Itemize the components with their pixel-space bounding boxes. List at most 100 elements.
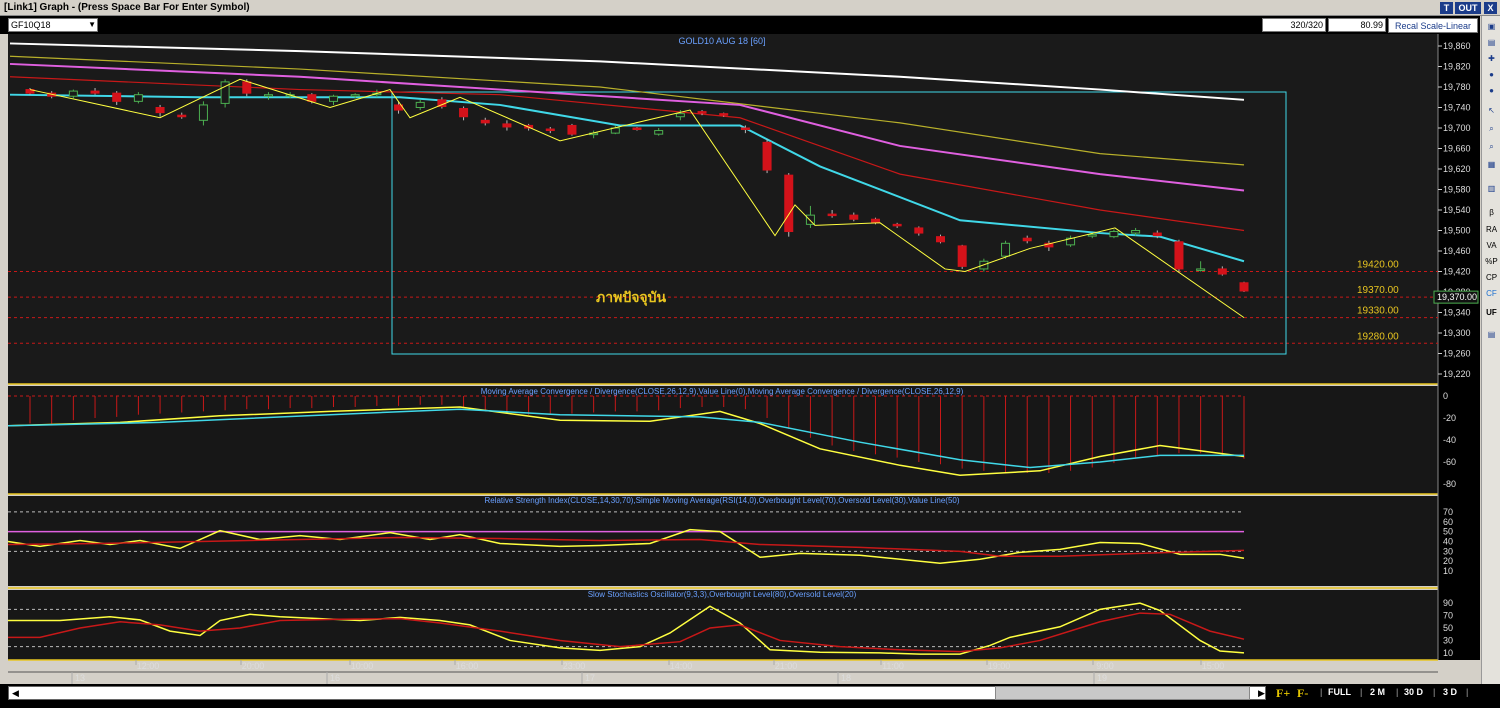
candle-body bbox=[90, 90, 100, 94]
price-tick-label: 19,340 bbox=[1443, 308, 1471, 318]
magnify-icon[interactable]: ⌕ bbox=[1484, 122, 1499, 135]
candle-body bbox=[350, 94, 360, 97]
beta-tool[interactable]: β bbox=[1484, 206, 1499, 219]
separator: | bbox=[1396, 687, 1399, 697]
cf-tool[interactable]: CF bbox=[1484, 287, 1499, 300]
chart-annotation: ภาพปัจจุบัน bbox=[596, 290, 666, 306]
candle-body bbox=[1174, 241, 1184, 270]
rsi-tick-label: 60 bbox=[1443, 517, 1453, 527]
chevron-down-icon[interactable]: ▼ bbox=[88, 19, 96, 31]
candle-body bbox=[480, 119, 490, 124]
window-titlebar: [Link1] Graph - (Press Space Bar For Ent… bbox=[0, 0, 1500, 16]
candle-body bbox=[242, 81, 252, 94]
scrollbar-thumb[interactable] bbox=[995, 686, 1250, 700]
time-tick-label: 23:00 bbox=[563, 661, 586, 671]
stoch-tick-label: 30 bbox=[1443, 635, 1453, 645]
zoom-out-icon[interactable]: ● bbox=[1484, 84, 1499, 97]
candle-body bbox=[1239, 282, 1249, 292]
candle-body bbox=[1152, 232, 1162, 237]
out-button[interactable]: OUT bbox=[1455, 2, 1481, 14]
price-tick-label: 19,660 bbox=[1443, 144, 1471, 154]
candle-body bbox=[632, 127, 642, 130]
candle-body bbox=[198, 104, 208, 121]
rsi-tick-label: 10 bbox=[1443, 566, 1453, 576]
price-tick-label: 19,580 bbox=[1443, 185, 1471, 195]
percent-p-tool[interactable]: %P bbox=[1484, 255, 1499, 268]
rsi-tick-label: 20 bbox=[1443, 556, 1453, 566]
candle-body bbox=[545, 128, 555, 132]
date-tick-label: 19 bbox=[1097, 673, 1107, 683]
time-tick-label: 11:00 bbox=[882, 661, 904, 671]
page-icon[interactable]: ▤ bbox=[1484, 36, 1499, 49]
rsi-tick-label: 40 bbox=[1443, 537, 1453, 547]
separator: | bbox=[1360, 687, 1363, 697]
ra-tool[interactable]: RA bbox=[1484, 223, 1499, 236]
toggle-t-button[interactable]: T bbox=[1440, 2, 1453, 14]
candle-body bbox=[1196, 268, 1206, 271]
date-tick-label: 13 bbox=[75, 673, 85, 683]
time-tick-label: 16:00 bbox=[456, 661, 479, 671]
list-icon[interactable]: ▥ bbox=[1484, 182, 1499, 195]
zoom-2m-button[interactable]: 2 M bbox=[1370, 687, 1385, 697]
time-tick-label: 19:00 bbox=[988, 661, 1011, 671]
uf-tool[interactable]: UF bbox=[1484, 306, 1499, 319]
candle-body bbox=[68, 90, 78, 97]
price-tick-label: 19,780 bbox=[1443, 82, 1471, 92]
date-tick-label: 16 bbox=[330, 673, 340, 683]
zoom-out-f-button[interactable]: F- bbox=[1297, 686, 1308, 701]
time-tick-label: 12:00 bbox=[137, 661, 160, 671]
candle-body bbox=[740, 127, 750, 130]
zoom-3d-button[interactable]: 3 D bbox=[1443, 687, 1457, 697]
cp-tool[interactable]: CP bbox=[1484, 271, 1499, 284]
price-tick-label: 19,540 bbox=[1443, 205, 1471, 215]
date-tick-label: 18 bbox=[841, 673, 851, 683]
macd-tick-label: -20 bbox=[1443, 413, 1456, 423]
candle-body bbox=[957, 245, 967, 267]
macd-tick-label: -80 bbox=[1443, 479, 1456, 489]
search-icon[interactable]: ⌕ bbox=[1484, 140, 1499, 153]
candle-body bbox=[567, 124, 577, 135]
recal-scale-button[interactable]: Recal Scale-Linear bbox=[1388, 18, 1478, 33]
price-tick-label: 19,260 bbox=[1443, 349, 1471, 359]
candle-body bbox=[827, 213, 837, 217]
chart-area[interactable]: 19,860 19,820 19,780 19,740 19,700 19,660 19,6… bbox=[0, 34, 1480, 684]
add-icon[interactable]: ✚ bbox=[1484, 52, 1499, 65]
macd-tick-label: -40 bbox=[1443, 435, 1456, 445]
stoch-title: Slow Stochastics Oscillator(9,3,3),Overb… bbox=[588, 590, 857, 599]
zoom-full-button[interactable]: FULL bbox=[1328, 687, 1351, 697]
candle-body bbox=[502, 123, 512, 128]
candle-body bbox=[719, 113, 729, 116]
candle-body bbox=[1131, 230, 1141, 234]
last-price-label: 19,370.00 bbox=[1437, 292, 1477, 302]
zoom-in-f-button[interactable]: F+ bbox=[1276, 686, 1290, 701]
separator: | bbox=[1466, 687, 1469, 697]
price-tick-label: 19,500 bbox=[1443, 226, 1471, 236]
candle-body bbox=[1001, 242, 1011, 257]
scroll-right-icon[interactable]: ▶ bbox=[1258, 688, 1268, 698]
close-button[interactable]: X bbox=[1484, 2, 1497, 14]
scroll-left-icon[interactable]: ◀ bbox=[12, 688, 22, 698]
date-tick-label: 17 bbox=[585, 673, 595, 683]
price-tick-label: 19,300 bbox=[1443, 328, 1471, 338]
readout-value: 80.99 bbox=[1328, 18, 1386, 32]
candle-body bbox=[1217, 268, 1227, 275]
candle-body bbox=[654, 130, 664, 135]
candle-body bbox=[1087, 234, 1097, 237]
candle-body bbox=[784, 174, 794, 233]
window-icon[interactable]: ▣ bbox=[1484, 20, 1499, 33]
cursor-icon[interactable]: ↖ bbox=[1484, 104, 1499, 117]
price-level-label: 19420.00 bbox=[1357, 260, 1399, 271]
candle-body bbox=[177, 114, 187, 118]
separator: | bbox=[1433, 687, 1436, 697]
zoom-in-icon[interactable]: ● bbox=[1484, 68, 1499, 81]
va-tool[interactable]: VA bbox=[1484, 239, 1499, 252]
macd-title: Moving Average Convergence / Divergence(… bbox=[481, 387, 964, 396]
candle-body bbox=[112, 92, 122, 102]
grid-icon[interactable]: ▦ bbox=[1484, 158, 1499, 171]
price-tick-label: 19,220 bbox=[1443, 369, 1471, 379]
zoom-30d-button[interactable]: 30 D bbox=[1404, 687, 1423, 697]
candle-body bbox=[870, 218, 880, 224]
symbol-input[interactable]: GF10Q18 ▼ bbox=[8, 18, 98, 32]
price-level-label: 19280.00 bbox=[1357, 331, 1399, 342]
settings-icon[interactable]: ▤ bbox=[1484, 328, 1499, 341]
